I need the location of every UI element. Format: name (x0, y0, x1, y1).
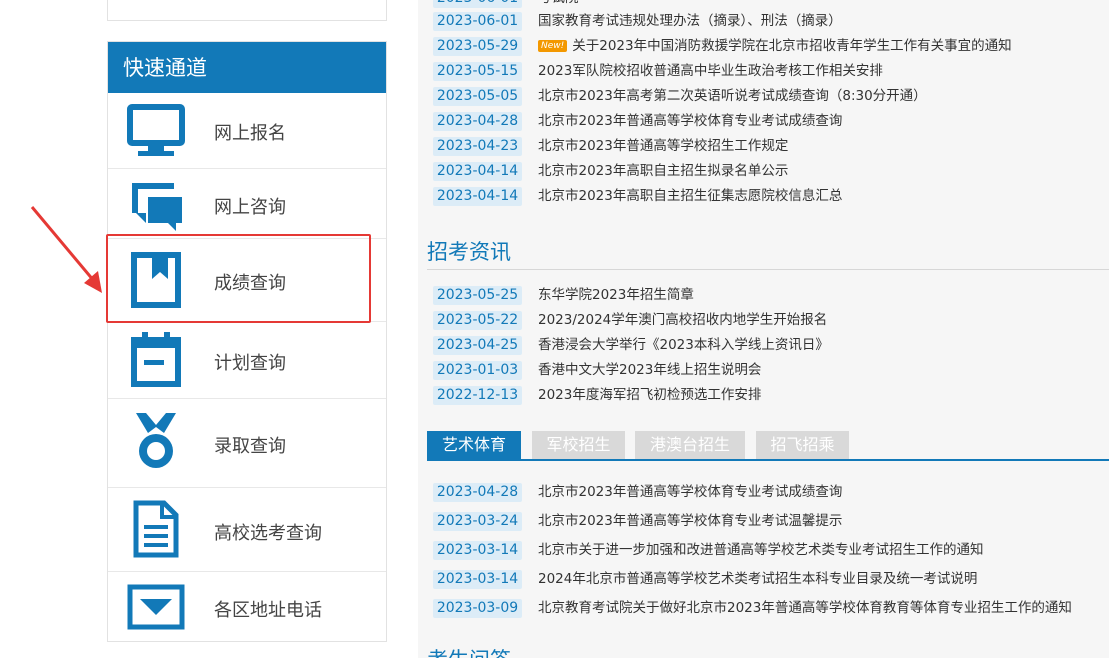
news-title[interactable]: 北京市2023年普通高等学校体育专业考试成绩查询 (538, 483, 842, 502)
quick-links-panel: 快速通道 网上报名 网上咨询 成绩查询 计划查询 录取查询 高校选考查询 各区地… (107, 41, 387, 642)
news-date: 2023-04-14 (433, 162, 522, 181)
section-divider (427, 269, 1109, 270)
chat-bubbles-icon (132, 183, 182, 231)
news-title[interactable]: 香港浸会大学举行《2023本科入学线上资讯日》 (538, 336, 829, 355)
quick-link-online-consult[interactable]: 网上咨询 (108, 169, 386, 239)
tab-pilot-recruitment[interactable]: 招飞招乘 (756, 431, 849, 459)
list-item[interactable]: 2023-05-05 北京市2023年高考第二次英语听说考试成绩查询（8:30分… (433, 84, 1109, 109)
news-date: 2023-06-01 (433, 12, 522, 31)
envelope-icon (127, 584, 185, 630)
tab-arts-sports[interactable]: 艺术体育 (427, 431, 521, 459)
tab-military-academy[interactable]: 军校招生 (532, 431, 625, 459)
news-date: 2023-03-09 (433, 599, 522, 618)
admissions-news-list: 2023-05-25 东华学院2023年招生简章 2023-05-22 2023… (433, 283, 1109, 408)
quick-links-header: 快速通道 (108, 42, 386, 93)
quick-link-label: 网上报名 (214, 123, 286, 144)
news-date: 2023-04-28 (433, 483, 522, 502)
tab-hk-macao-taiwan[interactable]: 港澳台招生 (635, 431, 745, 459)
news-title[interactable]: 北京市2023年高职自主招生拟录名单公示 (538, 162, 788, 181)
quick-link-label: 高校选考查询 (214, 523, 322, 544)
red-arrow-annotation (30, 206, 102, 293)
news-title[interactable]: 2023年度海军招飞初检预选工作安排 (538, 386, 761, 405)
news-title[interactable]: 国家教育考试违规处理办法（摘录）、刑法（摘录） (538, 12, 842, 31)
news-date: 2023-05-15 (433, 62, 522, 81)
news-title[interactable]: New! 关于2023年中国消防救援学院在北京市招收青年学生工作有关事宜的通知 (538, 37, 1012, 56)
section-title-admissions-info[interactable]: 招考资讯 (427, 236, 511, 266)
quick-link-label: 计划查询 (214, 353, 286, 374)
news-title[interactable]: 东华学院2023年招生简章 (538, 286, 694, 305)
news-date: 2023-04-25 (433, 336, 522, 355)
bookmark-book-icon (131, 252, 181, 308)
news-date: 2023-05-22 (433, 311, 522, 330)
news-title[interactable]: 北京市关于进一步加强和改进普通高等学校艺术类专业考试招生工作的通知 (538, 541, 984, 560)
news-date: 2023-06-01 (433, 0, 522, 8)
news-date: 2023-01-03 (433, 361, 522, 380)
list-item[interactable]: 2023-05-29 New! 关于2023年中国消防救援学院在北京市招收青年学生… (433, 34, 1109, 59)
news-date: 2023-04-28 (433, 112, 522, 131)
list-item[interactable]: 2023-04-25 香港浸会大学举行《2023本科入学线上资讯日》 (433, 333, 1109, 358)
news-date: 2022-12-13 (433, 386, 522, 405)
category-tabs: 艺术体育 军校招生 港澳台招生 招飞招乘 (427, 431, 1109, 461)
top-news-list: 2023-06-01 国家教育考试违规处理办法（摘录）、刑法（摘录） 2023-… (433, 9, 1109, 209)
news-date: 2023-03-24 (433, 512, 522, 531)
news-date: 2023-04-23 (433, 137, 522, 156)
quick-link-online-registration[interactable]: 网上报名 (108, 93, 386, 169)
news-title[interactable]: 北京市2023年普通高等学校体育专业考试成绩查询 (538, 112, 842, 131)
news-title[interactable]: 2023/2024学年澳门高校招收内地学生开始报名 (538, 311, 827, 330)
list-item[interactable]: 2023-04-14 北京市2023年高职自主招生征集志愿院校信息汇总 (433, 184, 1109, 209)
news-title[interactable]: 北京市2023年普通高等学校体育专业考试温馨提示 (538, 512, 842, 531)
main-content: 2023-06-01 考试院 2023-06-01 国家教育考试违规处理办法（摘… (418, 0, 1109, 658)
list-item[interactable]: 2023-01-03 香港中文大学2023年线上招生说明会 (433, 358, 1109, 383)
list-item[interactable]: 2022-12-13 2023年度海军招飞初检预选工作安排 (433, 383, 1109, 408)
quick-link-district-contacts[interactable]: 各区地址电话 (108, 572, 386, 641)
tab-news-list: 2023-04-28 北京市2023年普通高等学校体育专业考试成绩查询 2023… (433, 480, 1109, 625)
news-date: 2023-03-14 (433, 541, 522, 560)
quick-link-plan-query[interactable]: 计划查询 (108, 322, 386, 399)
list-item[interactable]: 2023-05-25 东华学院2023年招生简章 (433, 283, 1109, 308)
calendar-icon (131, 332, 181, 387)
news-title-text[interactable]: 关于2023年中国消防救援学院在北京市招收青年学生工作有关事宜的通知 (572, 38, 1011, 54)
quick-link-label: 成绩查询 (214, 273, 286, 294)
news-date: 2023-05-25 (433, 286, 522, 305)
left-top-panel (107, 0, 387, 21)
quick-link-college-subject-query[interactable]: 高校选考查询 (108, 488, 386, 572)
list-item[interactable]: 2023-05-15 2023军队院校招收普通高中毕业生政治考核工作相关安排 (433, 59, 1109, 84)
list-item[interactable]: 2023-03-14 北京市关于进一步加强和改进普通高等学校艺术类专业考试招生工… (433, 538, 1109, 567)
news-date: 2023-05-29 (433, 37, 522, 56)
news-title[interactable]: 考试院 (538, 0, 579, 8)
list-item[interactable]: 2023-04-28 北京市2023年普通高等学校体育专业考试成绩查询 (433, 109, 1109, 134)
quick-link-label: 录取查询 (214, 436, 286, 457)
news-title[interactable]: 北京市2023年高职自主招生征集志愿院校信息汇总 (538, 187, 842, 206)
quick-link-score-query[interactable]: 成绩查询 (108, 239, 386, 322)
monitor-icon (127, 104, 185, 156)
list-item[interactable]: 2023-04-14 北京市2023年高职自主招生拟录名单公示 (433, 159, 1109, 184)
news-title[interactable]: 香港中文大学2023年线上招生说明会 (538, 361, 761, 380)
section-title-candidate-qa[interactable]: 考生问答 (427, 644, 511, 658)
new-badge: New! (538, 40, 568, 52)
quick-link-label: 各区地址电话 (214, 600, 322, 621)
list-item[interactable]: 2023-03-14 2024年北京市普通高等学校艺术类考试招生本科专业目录及统… (433, 567, 1109, 596)
medal-icon (136, 413, 176, 468)
news-title[interactable]: 北京市2023年普通高等学校招生工作规定 (538, 137, 788, 156)
list-item[interactable]: 2023-06-01 国家教育考试违规处理办法（摘录）、刑法（摘录） (433, 9, 1109, 34)
news-date: 2023-03-14 (433, 570, 522, 589)
list-item[interactable]: 2023-03-09 北京教育考试院关于做好北京市2023年普通高等学校体育教育… (433, 596, 1109, 625)
list-item[interactable]: 2023-04-23 北京市2023年普通高等学校招生工作规定 (433, 134, 1109, 159)
news-date: 2023-04-14 (433, 187, 522, 206)
list-item[interactable]: 2023-03-24 北京市2023年普通高等学校体育专业考试温馨提示 (433, 509, 1109, 538)
news-title[interactable]: 北京市2023年高考第二次英语听说考试成绩查询（8:30分开通） (538, 87, 927, 106)
news-title[interactable]: 2024年北京市普通高等学校艺术类考试招生本科专业目录及统一考试说明 (538, 570, 977, 589)
quick-link-admission-query[interactable]: 录取查询 (108, 399, 386, 488)
quick-link-label: 网上咨询 (214, 197, 286, 218)
news-title[interactable]: 2023军队院校招收普通高中毕业生政治考核工作相关安排 (538, 62, 883, 81)
list-item[interactable]: 2023-04-28 北京市2023年普通高等学校体育专业考试成绩查询 (433, 480, 1109, 509)
list-item[interactable]: 2023-05-22 2023/2024学年澳门高校招收内地学生开始报名 (433, 308, 1109, 333)
news-title[interactable]: 北京教育考试院关于做好北京市2023年普通高等学校体育教育等体育专业招生工作的通… (538, 599, 1072, 618)
news-date: 2023-05-05 (433, 87, 522, 106)
document-icon (133, 500, 179, 558)
